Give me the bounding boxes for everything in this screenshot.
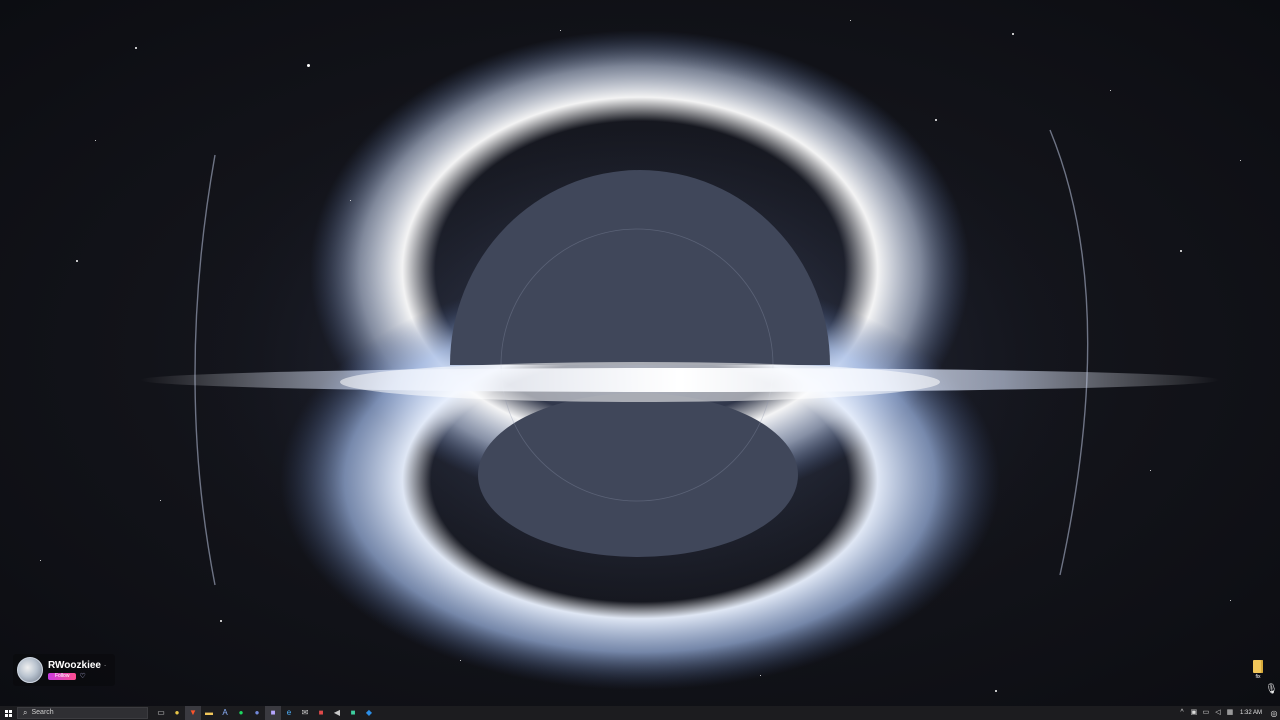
follow-button[interactable]: Follow: [48, 673, 77, 680]
heart-icon[interactable]: ♡: [79, 673, 85, 680]
taskbar-app-4[interactable]: A: [217, 706, 233, 720]
vscode-icon: ◆: [365, 708, 373, 717]
search-input[interactable]: ⌕ Search: [17, 707, 148, 719]
star: [995, 690, 997, 692]
black-hole-wallpaper: [140, 30, 1220, 700]
language-icon[interactable]: ▦: [1224, 706, 1236, 720]
star: [160, 500, 161, 501]
search-icon: ⌕: [23, 708, 28, 717]
star: [560, 30, 561, 31]
star: [220, 620, 222, 622]
arc-icon: A: [222, 708, 228, 717]
taskbar-app-11[interactable]: ◀: [329, 706, 345, 720]
star: [1240, 160, 1241, 161]
display-icon[interactable]: ▣: [1188, 706, 1200, 720]
taskbar-app-8[interactable]: e: [281, 706, 297, 720]
taskbar-app-1[interactable]: ●: [169, 706, 185, 720]
streamer-name-text: RWoozkiee: [48, 660, 101, 671]
taskbar-app-5[interactable]: ●: [233, 706, 249, 720]
star: [1150, 470, 1151, 471]
desktop: RWoozkiee · Follow ♡ fix 🎙: [0, 0, 1280, 706]
taskbar-app-2[interactable]: ▼: [185, 706, 201, 720]
star: [95, 140, 96, 141]
desktop-icon-folder[interactable]: fix: [1249, 660, 1267, 680]
star: [76, 260, 78, 262]
streamer-info: RWoozkiee · Follow ♡: [48, 660, 106, 680]
star: [460, 660, 461, 661]
taskbar-app-9[interactable]: ✉: [297, 706, 313, 720]
taskbar-pinned-apps: ▭ ● ▼ ▬ A ● ● ■ e ✉ ■ ◀ ■ ◆: [153, 706, 377, 720]
star: [850, 20, 851, 21]
speaker-icon[interactable]: ◁: [1212, 706, 1224, 720]
streamer-actions: Follow ♡: [48, 673, 106, 680]
network-icon[interactable]: ▭: [1200, 706, 1212, 720]
file-explorer-icon: ▬: [205, 708, 213, 717]
search-placeholder: Search: [31, 709, 54, 716]
avatar: [17, 657, 43, 683]
email-icon: ✉: [301, 708, 309, 717]
desktop-icon-label: fix: [1255, 674, 1261, 680]
taskbar-app-7[interactable]: ■: [265, 706, 281, 720]
edge-icon: e: [286, 708, 292, 717]
brave-icon: ▼: [189, 708, 197, 717]
streamer-name: RWoozkiee ·: [48, 660, 106, 671]
folder-icon: [1253, 660, 1263, 673]
terminal-icon: ■: [350, 708, 356, 717]
obs-icon: ■: [270, 708, 276, 717]
separator-dot: ·: [103, 661, 107, 670]
star: [1110, 90, 1111, 91]
taskbar-app-13[interactable]: ◆: [361, 706, 377, 720]
star: [1012, 33, 1014, 35]
task-view-icon: ▭: [157, 708, 165, 717]
discord-icon: ●: [254, 708, 260, 717]
chevron-up-icon[interactable]: ^: [1176, 706, 1188, 720]
calendar-icon: ■: [318, 708, 324, 717]
taskbar-app-0[interactable]: ▭: [153, 706, 169, 720]
clock[interactable]: 1:32 AM: [1240, 706, 1262, 720]
star: [760, 675, 761, 676]
star: [135, 47, 137, 49]
star: [40, 560, 41, 561]
volume-app-icon: ◀: [333, 708, 341, 717]
streamer-overlay[interactable]: RWoozkiee · Follow ♡: [13, 654, 115, 686]
taskbar-app-6[interactable]: ●: [249, 706, 265, 720]
star: [1180, 250, 1182, 252]
star: [307, 64, 310, 67]
microphone-icon[interactable]: 🎙: [1265, 684, 1278, 698]
taskbar-app-12[interactable]: ■: [345, 706, 361, 720]
star: [350, 200, 351, 201]
tray-icons: ^ ▣ ▭ ◁ ▦: [1176, 706, 1236, 720]
taskbar-app-10[interactable]: ■: [313, 706, 329, 720]
notification-icon[interactable]: ◎: [1268, 706, 1280, 720]
taskbar: ⌕ Search ▭ ● ▼ ▬ A ● ● ■ e ✉ ■ ◀ ■ ◆ ^ ▣ ▭ ◁ ▦ 1:32 AM ◎: [0, 706, 1280, 720]
windows-logo-icon: [4, 709, 12, 717]
chrome-icon: ●: [174, 708, 180, 717]
start-button[interactable]: [0, 706, 16, 720]
spotify-icon: ●: [238, 708, 244, 717]
system-tray: ^ ▣ ▭ ◁ ▦ 1:32 AM ◎: [1176, 706, 1280, 720]
star: [1230, 600, 1231, 601]
star: [935, 119, 937, 121]
taskbar-app-3[interactable]: ▬: [201, 706, 217, 720]
